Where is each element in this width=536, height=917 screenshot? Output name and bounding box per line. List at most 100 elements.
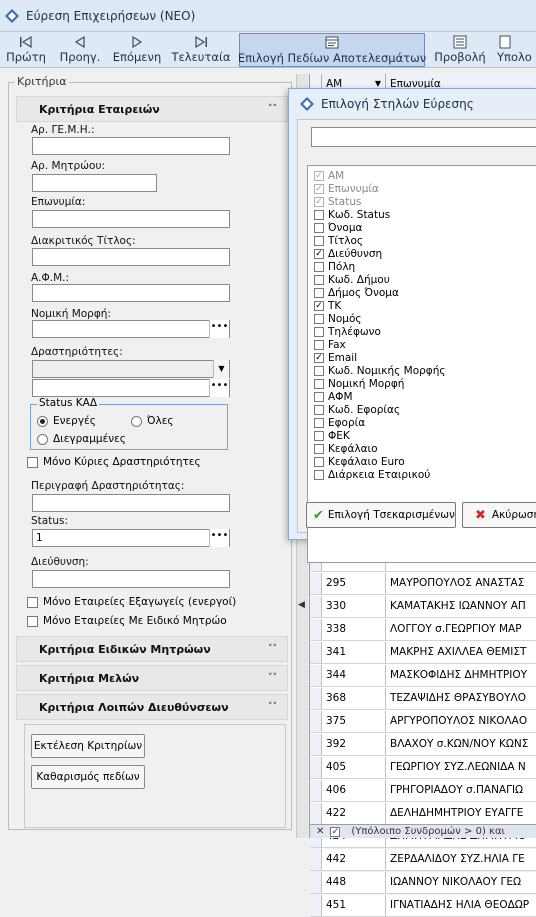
legal-form-input[interactable] bbox=[32, 320, 230, 338]
table-row[interactable]: 344 ΜΑΣΚΟΦΙΔΗΣ ΔΗΜΗΤΡΙΟΥ bbox=[310, 665, 536, 687]
column-option[interactable]: ΦΕΚ bbox=[314, 429, 350, 442]
row-selector[interactable] bbox=[310, 872, 322, 893]
table-row[interactable]: 442 ΖΕΡΔΑΛΙΔΟΥ ΣΥΖ.ΗΛΙΑ ΓΕ bbox=[310, 849, 536, 871]
row-selector[interactable] bbox=[310, 596, 322, 617]
address-input[interactable] bbox=[32, 570, 230, 588]
row-selector[interactable] bbox=[310, 619, 322, 640]
row-selector[interactable] bbox=[310, 780, 322, 801]
cell-name: ΜΑΚΡΗΣ ΑΧΙΛΛΕΑ ΘΕΜΙΣΤ bbox=[390, 646, 527, 658]
activities-combo[interactable] bbox=[32, 360, 230, 378]
cell-am: 406 bbox=[322, 780, 386, 801]
distinctive-title-input[interactable] bbox=[32, 248, 230, 266]
column-option[interactable]: Κωδ. Νομικής Μορφής bbox=[314, 364, 446, 377]
activity-desc-input[interactable] bbox=[32, 494, 230, 512]
column-option[interactable]: Νομική Μορφή bbox=[314, 377, 404, 390]
select-checked-button[interactable]: ✔ Επιλογή Τσεκαρισμένων bbox=[306, 502, 456, 528]
row-selector[interactable] bbox=[310, 849, 322, 870]
collapse-left-icon[interactable]: ◀ bbox=[298, 600, 305, 610]
column-option-label: Τηλέφωνο bbox=[328, 325, 381, 338]
chevron-up-icon[interactable]: ˄˄ bbox=[268, 104, 277, 114]
filter-enabled-checkbox[interactable]: ✓ bbox=[330, 826, 341, 837]
row-selector[interactable] bbox=[310, 803, 322, 824]
view-button[interactable]: Προβολή bbox=[428, 32, 492, 66]
activities-input[interactable] bbox=[32, 379, 230, 397]
column-option[interactable]: Νομός bbox=[314, 312, 362, 325]
chevron-down-icon[interactable]: ˅˅ bbox=[268, 673, 277, 683]
kad-all-radio[interactable]: Όλες bbox=[131, 415, 174, 427]
main-only-checkbox[interactable]: Μόνο Κύριες Δραστηριότητες bbox=[27, 456, 201, 468]
column-search-input[interactable] bbox=[311, 127, 536, 147]
name-input[interactable] bbox=[32, 210, 230, 228]
row-selector[interactable] bbox=[310, 711, 322, 732]
select-fields-button[interactable]: Επιλογή Πεδίων Αποτελεσμάτων bbox=[238, 33, 426, 67]
column-option[interactable]: Κωδ. Εφορίας bbox=[314, 403, 400, 416]
cell-name: ΜΑΥΡΟΠΟΥΛΟΣ ΑΝΑΣΤΑΣ bbox=[390, 577, 525, 589]
column-option[interactable]: Κεφάλαιο Euro bbox=[314, 455, 405, 468]
status-browse-button[interactable]: ••• bbox=[209, 529, 229, 547]
column-option[interactable]: Πόλη bbox=[314, 260, 355, 273]
column-option[interactable]: Τίτλος bbox=[314, 234, 363, 247]
other-addresses-section-header[interactable]: Κριτήρια Λοιπών Διευθύνσεων ˅˅ bbox=[16, 694, 288, 720]
column-option[interactable]: ✓ Email bbox=[314, 351, 357, 364]
column-option[interactable]: ΑΦΜ bbox=[314, 390, 353, 403]
status-input[interactable] bbox=[32, 529, 230, 547]
cancel-button[interactable]: ✖ Ακύρωση bbox=[462, 502, 536, 528]
first-button[interactable]: Πρώτη bbox=[0, 32, 52, 66]
last-button[interactable]: Τελευταία bbox=[166, 32, 236, 66]
kad-active-radio[interactable]: Ενεργές bbox=[37, 415, 96, 427]
table-row[interactable]: 295 ΜΑΥΡΟΠΟΥΛΟΣ ΑΝΑΣΤΑΣ bbox=[310, 573, 536, 595]
column-option[interactable]: Κωδ. Δήμου bbox=[314, 273, 390, 286]
table-row[interactable]: 406 ΓΡΗΓΟΡΙΑΔΟΥ σ.ΠΑΝΑΓΙΩ bbox=[310, 780, 536, 802]
chevron-down-icon[interactable]: ▼ bbox=[213, 360, 229, 378]
table-row[interactable]: 392 ΒΛΑΧΟΥ σ.ΚΩΝ/ΝΟΥ ΚΩΝΣ bbox=[310, 734, 536, 756]
prev-button[interactable]: Προηγ. bbox=[52, 32, 108, 66]
activities-browse-button[interactable]: ••• bbox=[209, 379, 229, 397]
table-row[interactable]: 368 ΤΕΖΑΨΙΔΗΣ ΘΡΑΣΥΒΟΥΛΟ bbox=[310, 688, 536, 710]
table-row[interactable]: 341 ΜΑΚΡΗΣ ΑΧΙΛΛΕΑ ΘΕΜΙΣΤ bbox=[310, 642, 536, 664]
column-option[interactable]: Κωδ. Status bbox=[314, 208, 390, 221]
table-row[interactable]: 448 ΙΩΑΝΝΟΥ ΝΙΚΟΛΑΟΥ ΓΕΩ bbox=[310, 872, 536, 894]
members-section-header[interactable]: Κριτήρια Μελών ˅˅ bbox=[16, 665, 288, 691]
chevron-down-icon[interactable]: ˅˅ bbox=[268, 702, 277, 712]
afm-input[interactable] bbox=[32, 284, 230, 302]
column-option[interactable]: Τηλέφωνο bbox=[314, 325, 381, 338]
column-option[interactable]: Δήμος Όνομα bbox=[314, 286, 399, 299]
gemh-input[interactable] bbox=[32, 137, 230, 155]
clear-fields-button[interactable]: Καθαρισμός πεδίων bbox=[31, 765, 145, 789]
column-option[interactable]: Κεφάλαιο bbox=[314, 442, 378, 455]
column-option[interactable]: ✓ ΤΚ bbox=[314, 299, 341, 312]
table-row[interactable]: 375 ΑΡΓΥΡΟΠΟΥΛΟΣ ΝΙΚΟΛΑΟ bbox=[310, 711, 536, 733]
table-row[interactable]: 405 ΓΕΩΡΓΙΟΥ ΣΥΖ.ΛΕΩΝΙΔΑ Ν bbox=[310, 757, 536, 779]
legal-form-browse-button[interactable]: ••• bbox=[209, 320, 229, 338]
row-selector[interactable] bbox=[310, 895, 322, 916]
close-filter-icon[interactable]: ✕ bbox=[316, 826, 324, 837]
table-row[interactable]: 451 ΙΓΝΑΤΙΑΔΗΣ ΗΛΙΑ ΘΕΟΔΩΡ bbox=[310, 895, 536, 917]
calc-button[interactable]: Υπολογ bbox=[492, 32, 532, 66]
table-row[interactable]: 422 ΔΕΛΗΔΗΜΗΤΡΙΟΥ ΕΥΑΓΓΕ bbox=[310, 803, 536, 825]
registry-input[interactable] bbox=[32, 174, 157, 192]
special-registries-section-header[interactable]: Κριτήρια Ειδικών Μητρώων ˅˅ bbox=[16, 636, 288, 662]
row-selector[interactable] bbox=[310, 665, 322, 686]
column-option[interactable]: Fax bbox=[314, 338, 346, 351]
column-option[interactable]: Εφορία bbox=[314, 416, 365, 429]
column-option[interactable]: Όνομα bbox=[314, 221, 362, 234]
dialog-title: Επιλογή Στηλών Εύρεσης bbox=[321, 97, 474, 111]
row-selector[interactable] bbox=[310, 757, 322, 778]
table-row[interactable]: 330 ΚΑΜΑΤΑΚΗΣ ΙΩΑΝΝΟΥ ΑΠ bbox=[310, 596, 536, 618]
company-section-header[interactable]: Κριτήρια Εταιρειών ˄˄ bbox=[16, 96, 288, 122]
special-registry-checkbox[interactable]: Μόνο Εταιρείες Με Ειδικό Μητρώο bbox=[27, 615, 227, 627]
table-row[interactable]: 338 ΛΟΓΓΟΥ σ.ΓΕΩΡΓΙΟΥ ΜΑΡ bbox=[310, 619, 536, 641]
next-button[interactable]: Επόμενη bbox=[108, 32, 166, 66]
column-option[interactable]: Διάρκεια Εταιρικού bbox=[314, 468, 430, 481]
row-selector[interactable] bbox=[310, 734, 322, 755]
checkbox-icon bbox=[314, 417, 324, 428]
grid-filter-bar: ✕ ✓ (Υπόλοιπο Συνδρομών > 0) και bbox=[310, 824, 536, 838]
execute-criteria-button[interactable]: Εκτέλεση Κριτηρίων bbox=[31, 734, 145, 758]
kad-deleted-radio[interactable]: Διεγραμμένες bbox=[37, 433, 126, 445]
row-selector[interactable] bbox=[310, 573, 322, 594]
export-only-checkbox[interactable]: Μόνο Εταιρείες Εξαγωγείς (ενεργοί) bbox=[27, 596, 236, 608]
row-selector[interactable] bbox=[310, 642, 322, 663]
row-selector[interactable] bbox=[310, 688, 322, 709]
chevron-down-icon[interactable]: ˅˅ bbox=[268, 644, 277, 654]
column-option[interactable]: ✓ Διεύθυνση bbox=[314, 247, 382, 260]
